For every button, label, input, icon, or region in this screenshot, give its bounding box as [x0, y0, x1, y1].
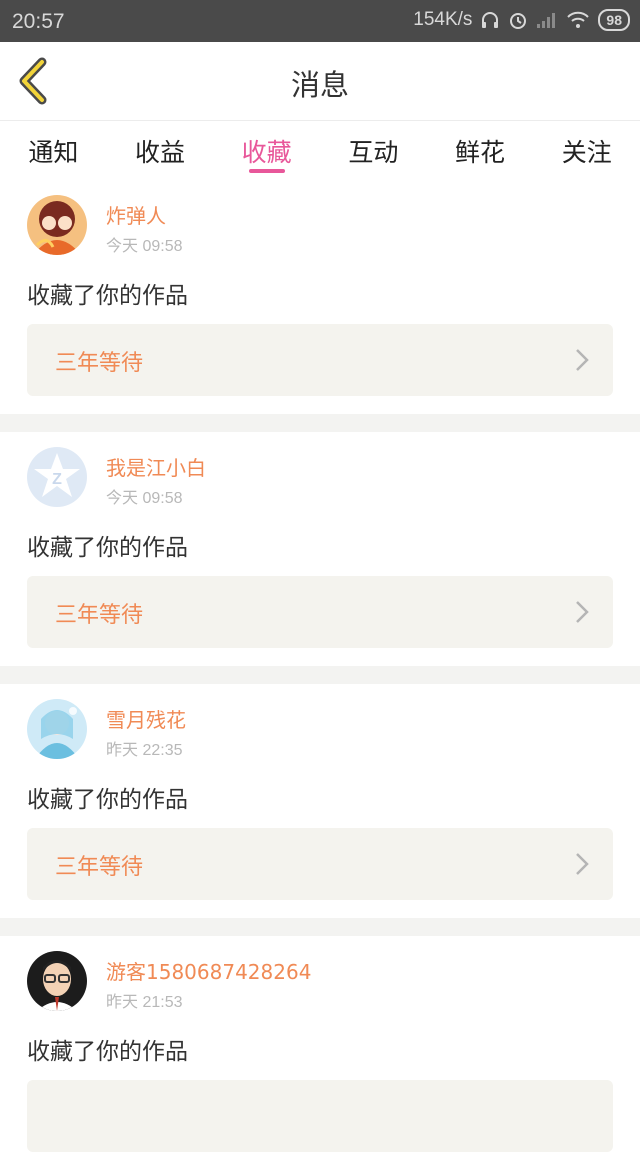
chevron-right-icon	[576, 853, 589, 875]
signal-icon	[537, 13, 556, 28]
username[interactable]: 炸弹人	[106, 200, 166, 229]
avatar[interactable]	[27, 699, 87, 759]
work-link[interactable]: 三年等待	[27, 324, 613, 396]
tab-label: 通知	[28, 138, 79, 167]
action-text: 收藏了你的作品	[27, 1039, 188, 1065]
tab-bar: 通知 收益 收藏 互动 鲜花 关注	[0, 121, 640, 179]
username[interactable]: 我是江小白	[106, 452, 206, 481]
action-text: 收藏了你的作品	[27, 535, 188, 561]
tab-label: 鲜花	[455, 138, 506, 167]
tab-label: 收益	[135, 138, 186, 167]
divider	[0, 414, 640, 432]
avatar-image	[27, 195, 87, 255]
svg-text:Z: Z	[52, 471, 62, 488]
message-list: 炸弹人 今天 09:58 收藏了你的作品 三年等待 Z 我是江小白 今天 09:…	[0, 180, 640, 1170]
avatar[interactable]	[27, 951, 87, 1011]
chevron-right-icon	[576, 601, 589, 623]
work-link[interactable]: 三年等待	[27, 576, 613, 648]
tab-flowers[interactable]: 鲜花	[427, 121, 534, 179]
tab-notifications[interactable]: 通知	[0, 121, 107, 179]
active-tab-indicator	[248, 169, 285, 173]
wifi-icon	[567, 11, 590, 28]
action-text: 收藏了你的作品	[27, 283, 188, 309]
action-text: 收藏了你的作品	[27, 787, 188, 813]
list-item: 炸弹人 今天 09:58 收藏了你的作品 三年等待	[0, 180, 640, 414]
avatar[interactable]	[27, 195, 87, 255]
list-item: 游客1580687428264 昨天 21:53 收藏了你的作品	[0, 936, 640, 1170]
work-title: 三年等待	[55, 351, 144, 376]
tab-following[interactable]: 关注	[533, 121, 640, 179]
avatar-image	[27, 699, 87, 759]
tab-label: 互动	[348, 138, 399, 167]
tab-label: 收藏	[241, 138, 292, 167]
alarm-icon	[510, 13, 527, 29]
work-title: 三年等待	[55, 603, 144, 628]
status-time: 20:57	[12, 10, 65, 33]
avatar[interactable]: Z	[27, 447, 87, 507]
avatar-image: Z	[27, 447, 87, 507]
timestamp: 昨天 22:35	[106, 742, 183, 759]
headphones-icon	[482, 12, 499, 28]
username[interactable]: 游客1580687428264	[106, 956, 311, 985]
work-link[interactable]: 三年等待	[27, 828, 613, 900]
status-icons: 154K/s 98	[413, 9, 630, 31]
page-title: 消息	[290, 68, 349, 102]
header: 消息	[0, 42, 640, 121]
tab-label: 关注	[561, 138, 612, 167]
chevron-right-icon	[576, 349, 589, 371]
tab-favorites[interactable]: 收藏	[213, 121, 320, 179]
avatar-image	[27, 951, 87, 1011]
divider	[0, 666, 640, 684]
username[interactable]: 雪月残花	[106, 704, 186, 733]
tab-earnings[interactable]: 收益	[107, 121, 214, 179]
list-item: 雪月残花 昨天 22:35 收藏了你的作品 三年等待	[0, 684, 640, 918]
timestamp: 今天 09:58	[106, 238, 183, 255]
battery-indicator: 98	[598, 9, 630, 31]
timestamp: 昨天 21:53	[106, 994, 183, 1011]
status-bar: 20:57 154K/s 98	[0, 0, 640, 42]
divider	[0, 918, 640, 936]
work-link[interactable]	[27, 1080, 613, 1152]
work-title: 三年等待	[55, 855, 144, 880]
list-item: Z 我是江小白 今天 09:58 收藏了你的作品 三年等待	[0, 432, 640, 666]
network-speed: 154K/s	[413, 9, 473, 30]
timestamp: 今天 09:58	[106, 490, 183, 507]
tab-interactions[interactable]: 互动	[320, 121, 427, 179]
